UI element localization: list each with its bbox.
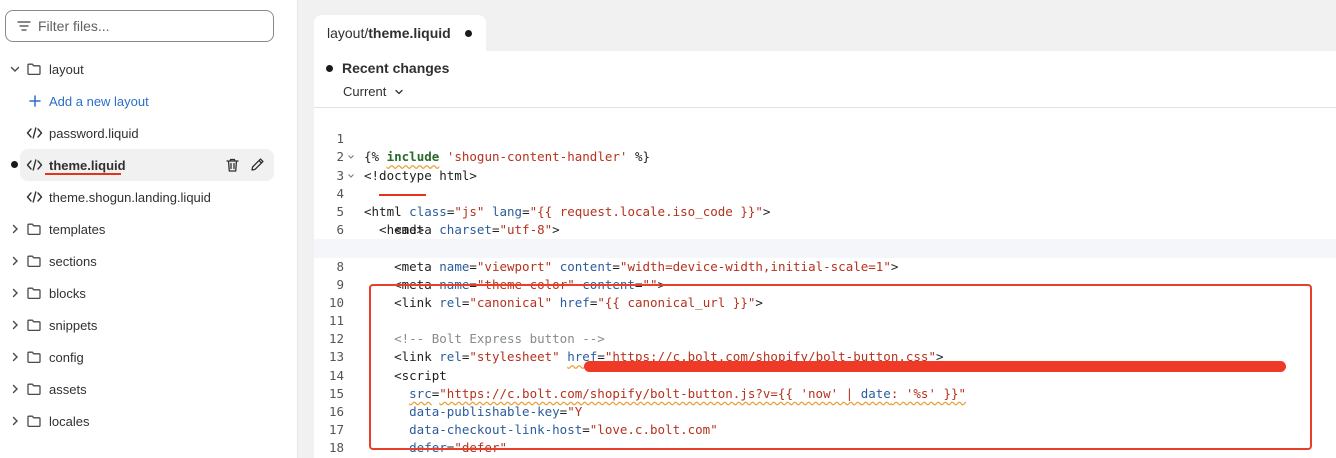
chevron-right-icon <box>12 352 18 362</box>
code-file-icon <box>26 191 43 203</box>
file-item-theme-shogun[interactable]: theme.shogun.landing.liquid <box>0 181 298 213</box>
fold-chevron-icon[interactable] <box>347 172 355 180</box>
chevron-right-icon <box>12 288 18 298</box>
file-label: theme.liquid <box>49 157 126 173</box>
annotation-underline <box>379 194 426 196</box>
chevron-right-icon <box>12 224 18 234</box>
folder-label: locales <box>49 413 90 429</box>
folder-icon <box>27 223 41 236</box>
folder-label: snippets <box>49 317 98 333</box>
chevron-down-icon <box>10 66 20 72</box>
trash-icon[interactable] <box>225 157 240 173</box>
add-new-layout-label: Add a new layout <box>49 93 149 109</box>
code-file-icon <box>26 159 43 171</box>
file-label: password.liquid <box>49 125 139 141</box>
folder-label: assets <box>49 381 87 397</box>
folder-locales[interactable]: locales <box>0 405 298 437</box>
folder-label: blocks <box>49 285 86 301</box>
folder-label: sections <box>49 253 97 269</box>
chevron-right-icon <box>12 416 18 426</box>
tab-theme-liquid[interactable]: layout/theme.liquid <box>314 15 486 51</box>
folder-templates[interactable]: templates <box>0 213 298 245</box>
folder-blocks[interactable]: blocks <box>0 277 298 309</box>
folder-icon <box>27 383 41 396</box>
editor-area: layout/theme.liquid Recent changes Curre… <box>298 0 1336 458</box>
code-line: 2 <!doctype html> <box>314 130 1336 182</box>
file-sidebar: layout Add a new layout password.liquid … <box>0 0 298 458</box>
recent-changes-title: Recent changes <box>342 60 450 76</box>
folder-icon <box>27 255 41 268</box>
folder-label: config <box>49 349 84 365</box>
pencil-icon[interactable] <box>250 157 265 172</box>
tab-path-prefix: layout/ <box>327 25 369 41</box>
file-item-theme-selected[interactable]: theme.liquid <box>11 149 274 181</box>
add-new-layout-link[interactable]: Add a new layout <box>0 85 298 117</box>
unsaved-dot <box>465 30 472 37</box>
code-editor[interactable]: 1 {% include 'shogun-content-handler' %}… <box>314 112 1336 458</box>
folder-icon <box>27 287 41 300</box>
code-line: 1 {% include 'shogun-content-handler' %} <box>314 112 1336 164</box>
recent-changes-header: Recent changes <box>326 60 449 76</box>
folder-icon <box>27 351 41 364</box>
version-label: Current <box>343 84 387 99</box>
file-item-password[interactable]: password.liquid <box>0 117 298 149</box>
code-line: 7 <meta name="viewport" content="width=d… <box>314 221 1336 273</box>
code-line: 9 <link rel="canonical" href="{{ canonic… <box>314 258 1336 310</box>
tab-bar: layout/theme.liquid <box>314 15 1336 51</box>
folder-icon <box>27 415 41 428</box>
editor-panel: Recent changes Current 1 {% include 'sho… <box>314 51 1336 458</box>
folder-snippets[interactable]: snippets <box>0 309 298 341</box>
folder-icon <box>27 319 41 332</box>
folder-layout[interactable]: layout <box>0 53 298 85</box>
folder-label: layout <box>49 61 84 77</box>
code-file-icon <box>26 127 43 139</box>
folder-label: templates <box>49 221 106 237</box>
code-line: 4 <head> <box>314 167 1336 237</box>
code-line: 5 <meta charset="utf-8"> <box>314 185 1336 237</box>
annotation-underline <box>45 173 121 175</box>
filter-files-input[interactable] <box>38 18 258 34</box>
file-label: theme.shogun.landing.liquid <box>49 189 211 205</box>
unsaved-dot <box>11 161 18 168</box>
chevron-right-icon <box>12 384 18 394</box>
chevron-right-icon <box>12 320 18 330</box>
divider <box>314 107 1336 108</box>
file-tree: layout Add a new layout password.liquid … <box>0 53 298 437</box>
tab-filename: theme.liquid <box>368 25 451 41</box>
chevron-down-icon <box>395 89 404 94</box>
bullet-dot <box>326 64 333 72</box>
folder-config[interactable]: config <box>0 341 298 373</box>
code-line: 6 <meta http-equiv="X-UA-Compatible" con… <box>314 203 1336 255</box>
redaction-bar <box>584 361 1286 372</box>
code-line: 3 <html class="js" lang="{{ request.loca… <box>314 148 1336 219</box>
folder-sections[interactable]: sections <box>0 245 298 277</box>
folder-icon <box>27 63 41 76</box>
filter-files-field[interactable] <box>5 10 274 42</box>
chevron-right-icon <box>12 256 18 266</box>
folder-assets[interactable]: assets <box>0 373 298 405</box>
plus-icon <box>29 95 41 107</box>
fold-chevron-icon[interactable] <box>347 153 355 161</box>
filter-icon <box>17 21 31 31</box>
code-line-active: 8 <meta name="theme-color" content=""> <box>314 239 1336 292</box>
version-selector[interactable]: Current <box>343 84 404 99</box>
